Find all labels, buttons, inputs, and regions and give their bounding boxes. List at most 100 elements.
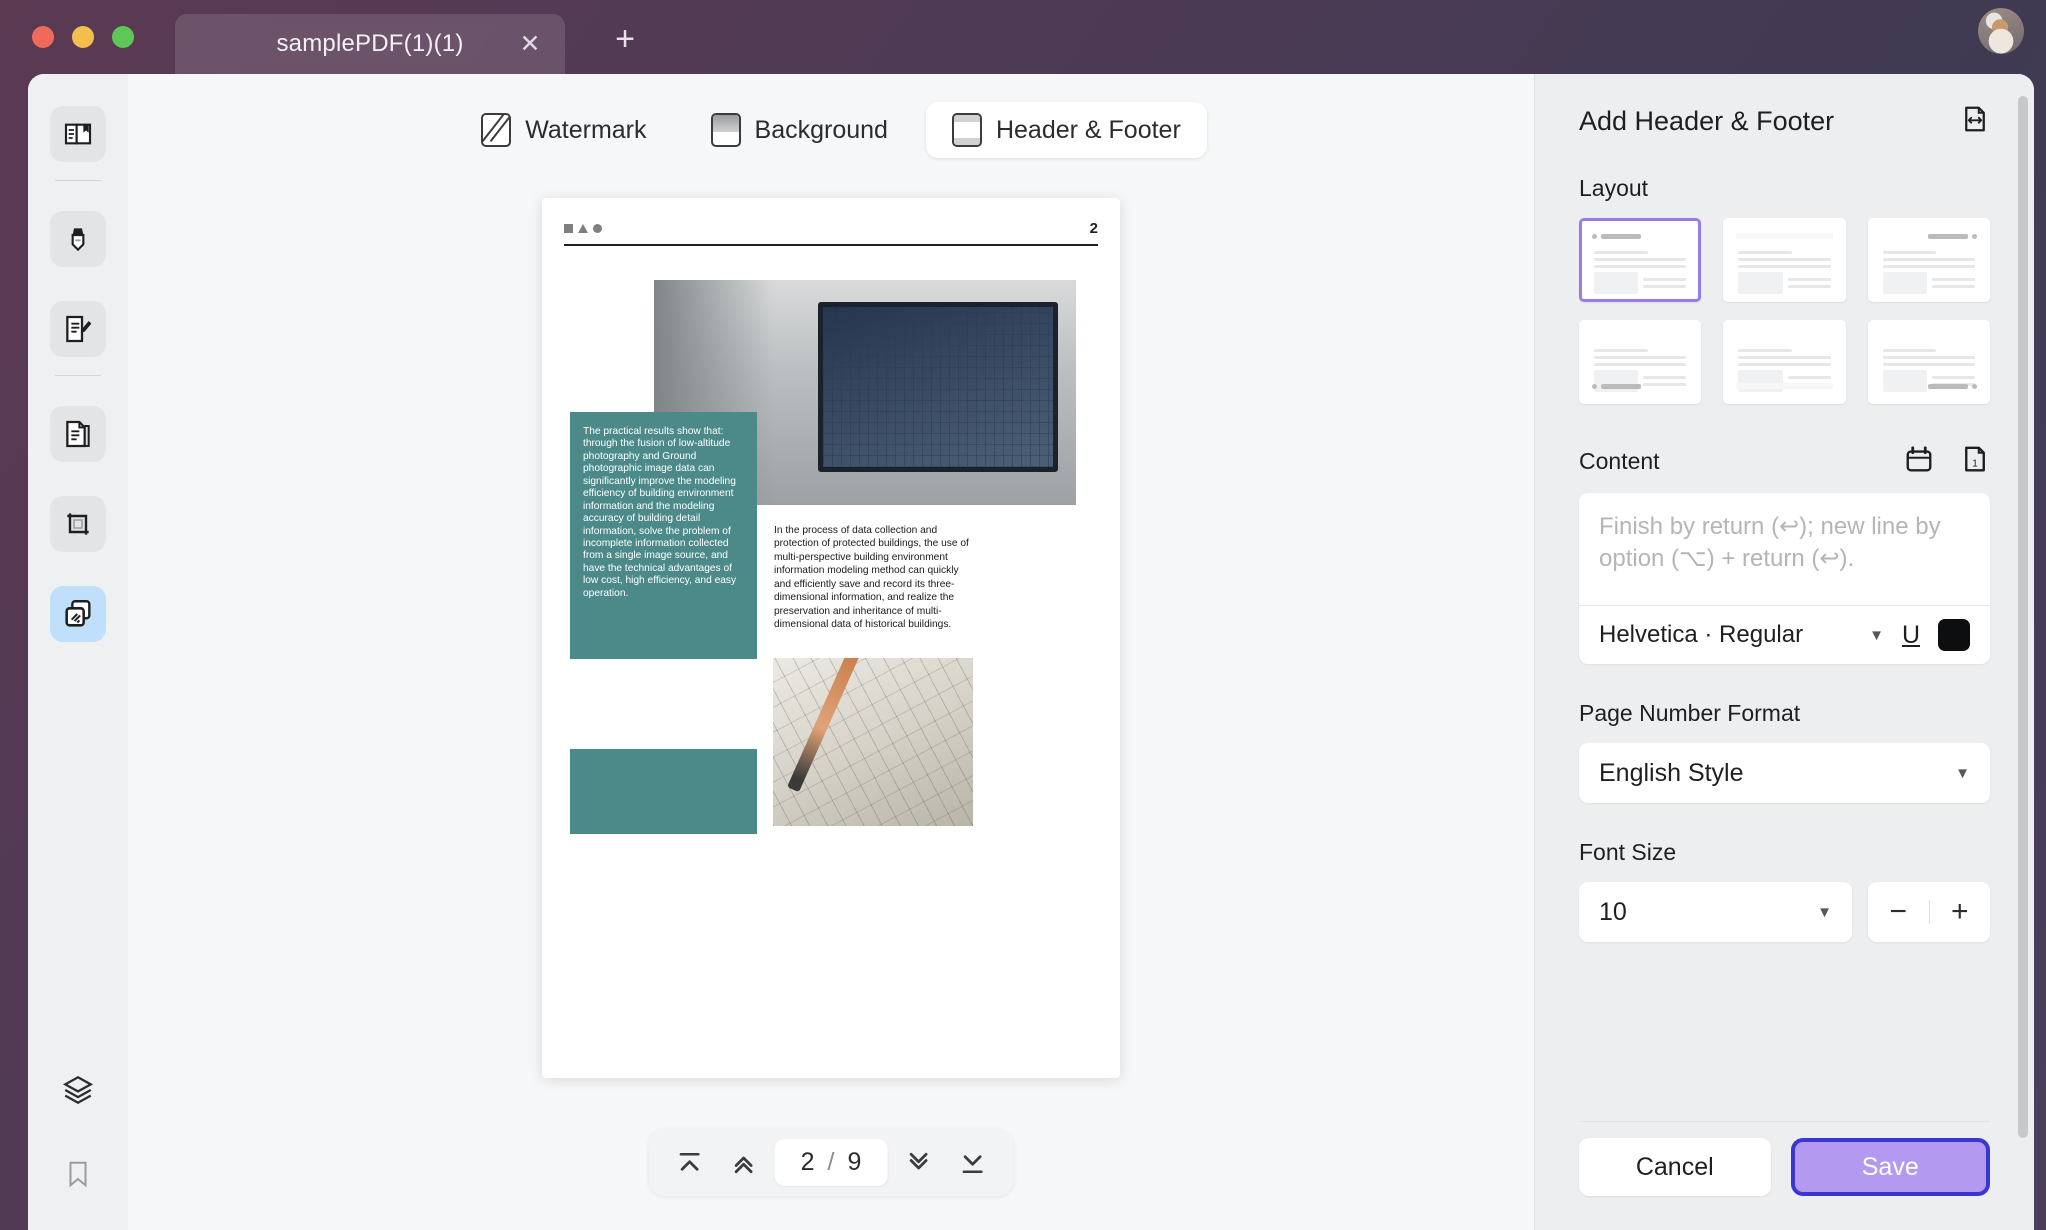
page-callout-text: The practical results show that: through…	[570, 412, 757, 659]
tab-header-footer-label: Header & Footer	[996, 116, 1181, 145]
page-number-format-select[interactable]: English Style ▼	[1579, 743, 1990, 803]
content-format-bar: Helvetica · Regular ▼ U	[1579, 605, 1990, 664]
sidebar-item-crop-tool[interactable]	[50, 496, 106, 552]
tab-header-footer[interactable]: Header & Footer	[926, 102, 1207, 158]
pages-icon	[62, 418, 94, 450]
text-color-swatch[interactable]	[1938, 619, 1970, 651]
first-page-icon[interactable]	[667, 1143, 713, 1183]
page-callout-block	[570, 749, 757, 834]
content-input[interactable]: Finish by return (↩); new line by option…	[1579, 493, 1990, 605]
bookmark-icon	[63, 1159, 93, 1189]
font-size-label: Font Size	[1579, 839, 1990, 866]
sidebar-item-bookmarks[interactable]	[50, 1146, 106, 1202]
sidebar-divider	[55, 375, 101, 376]
underline-button[interactable]: U	[1894, 621, 1928, 650]
window-controls	[32, 26, 134, 48]
page-number-format-label: Page Number Format	[1579, 700, 1990, 727]
calendar-icon[interactable]	[1904, 444, 1934, 479]
edit-document-icon	[62, 313, 94, 345]
content-header: Content 1	[1579, 444, 1990, 479]
font-size-stepper: − +	[1868, 882, 1990, 942]
page-number-format-value: English Style	[1599, 759, 1744, 788]
tab-background[interactable]: Background	[685, 102, 914, 158]
close-icon[interactable]: ✕	[517, 31, 543, 57]
sidebar-bottom-group	[28, 1062, 128, 1202]
tab-title: samplePDF(1)(1)	[276, 30, 463, 58]
sidebar-item-watermark-tool[interactable]	[50, 586, 106, 642]
page-body-text: In the process of data collection and pr…	[774, 524, 974, 632]
layout-label: Layout	[1579, 175, 1990, 202]
sidebar-item-organize-pages[interactable]	[50, 406, 106, 462]
watermark-icon	[481, 113, 511, 147]
sidebar-item-layers[interactable]	[50, 1062, 106, 1118]
page-header-number: 2	[1090, 220, 1098, 237]
layout-option-footer-center[interactable]	[1723, 320, 1845, 404]
left-sidebar	[28, 74, 128, 1230]
content-label: Content	[1579, 448, 1660, 475]
font-size-select[interactable]: 10 ▼	[1579, 882, 1852, 942]
layout-option-header-right[interactable]	[1868, 218, 1990, 302]
font-family-select[interactable]: Helvetica · Regular	[1599, 621, 1859, 649]
layout-option-footer-right[interactable]	[1868, 320, 1990, 404]
page-navigation: 2 / 9	[649, 1129, 1014, 1196]
document-viewer: Watermark Background Header & Footer 2	[128, 74, 1534, 1230]
layout-option-footer-left[interactable]	[1579, 320, 1701, 404]
header-footer-icon	[952, 113, 982, 147]
application-window: Watermark Background Header & Footer 2	[28, 74, 2034, 1230]
sidebar-item-annotate-tool[interactable]	[50, 301, 106, 357]
square-icon	[564, 224, 573, 233]
content-editor: Finish by return (↩); new line by option…	[1579, 493, 1990, 664]
last-page-icon[interactable]	[949, 1143, 995, 1183]
current-page-value: 2	[801, 1148, 815, 1177]
layout-options	[1579, 218, 1990, 404]
page-image-blueprint	[773, 658, 973, 826]
sidebar-item-highlight-tool[interactable]	[50, 211, 106, 267]
plus-icon[interactable]: +	[608, 22, 642, 56]
header-footer-panel: Add Header & Footer Layout	[1534, 74, 2034, 1230]
fit-width-icon[interactable]	[1960, 104, 1990, 139]
maximize-window-button[interactable]	[112, 26, 134, 48]
tool-tabs: Watermark Background Header & Footer	[455, 102, 1207, 158]
next-page-icon[interactable]	[895, 1143, 941, 1183]
chevron-down-icon: ▼	[1955, 765, 1970, 782]
layout-option-header-center[interactable]	[1723, 218, 1845, 302]
total-pages-value: 9	[847, 1148, 861, 1177]
sidebar-item-reader-view[interactable]	[50, 106, 106, 162]
panel-divider	[1579, 1121, 1990, 1122]
window-titlebar: samplePDF(1)(1) ✕ +	[0, 0, 2046, 74]
watermark-icon	[61, 597, 95, 631]
highlighter-icon	[62, 223, 94, 255]
layers-icon	[61, 1073, 95, 1107]
plus-icon[interactable]: +	[1951, 897, 1969, 927]
document-tab[interactable]: samplePDF(1)(1) ✕	[175, 14, 565, 74]
font-size-row: 10 ▼ − +	[1579, 882, 1990, 942]
header-shapes	[564, 224, 602, 233]
svg-text:1: 1	[1972, 459, 1978, 470]
sidebar-divider	[55, 180, 101, 181]
avatar[interactable]	[1978, 8, 2024, 54]
tab-background-label: Background	[755, 116, 888, 145]
vertical-scrollbar[interactable]	[2018, 96, 2028, 1138]
page-number-icon[interactable]: 1	[1960, 444, 1990, 479]
layout-option-header-left[interactable]	[1579, 218, 1701, 302]
previous-page-icon[interactable]	[721, 1143, 767, 1183]
circle-icon	[593, 224, 602, 233]
save-button[interactable]: Save	[1791, 1138, 1991, 1196]
triangle-icon	[578, 224, 588, 233]
chevron-down-icon: ▼	[1817, 904, 1832, 921]
background-icon	[711, 113, 741, 147]
page-indicator[interactable]: 2 / 9	[775, 1139, 888, 1186]
panel-header: Add Header & Footer	[1579, 74, 1990, 139]
page-separator: /	[828, 1148, 835, 1177]
crop-icon	[62, 508, 94, 540]
pdf-page[interactable]: 2 The practical results show that: throu…	[542, 198, 1120, 1078]
font-size-value: 10	[1599, 898, 1627, 927]
tab-watermark[interactable]: Watermark	[455, 102, 672, 158]
close-window-button[interactable]	[32, 26, 54, 48]
minus-icon[interactable]: −	[1889, 897, 1907, 927]
content-insert-icons: 1	[1904, 444, 1990, 479]
chevron-down-icon[interactable]: ▼	[1869, 627, 1884, 644]
cancel-button[interactable]: Cancel	[1579, 1138, 1771, 1196]
page-title: Add Header & Footer	[1579, 106, 1834, 137]
minimize-window-button[interactable]	[72, 26, 94, 48]
